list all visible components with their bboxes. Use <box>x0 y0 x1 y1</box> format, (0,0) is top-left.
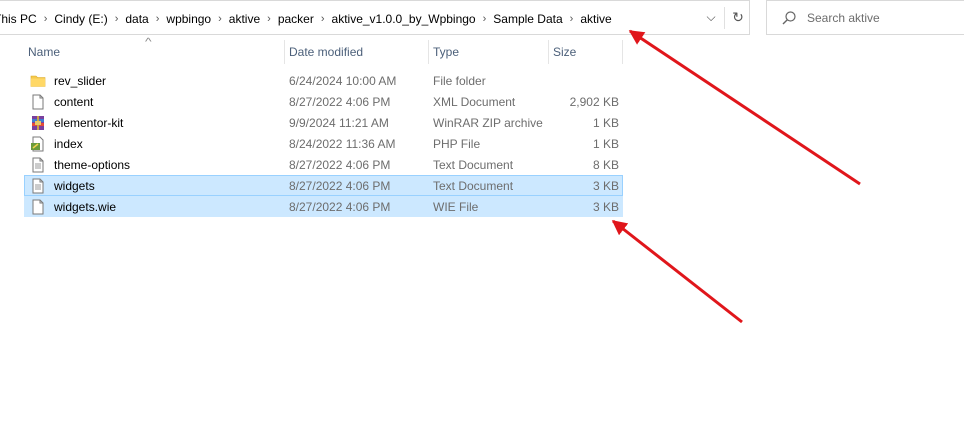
file-size: 1 KB <box>592 115 619 130</box>
file-type: Text Document <box>433 157 514 172</box>
search-input[interactable]: Search aktive <box>807 11 880 25</box>
column-header-row: Name ^ Date modified Type Size <box>24 37 623 64</box>
text-document-icon <box>32 178 44 193</box>
php-file-icon <box>31 136 44 151</box>
document-icon <box>32 94 44 109</box>
breadcrumb-item[interactable]: aktive_v1.0.0_by_Wpbingo <box>326 12 482 26</box>
file-size: 1 KB <box>592 136 619 151</box>
winrar-archive-icon <box>32 115 44 130</box>
breadcrumb-item[interactable]: aktive <box>223 12 266 26</box>
address-dropdown-button[interactable]: ⌵ <box>700 1 722 34</box>
file-date-modified: 8/24/2022 11:36 AM <box>289 136 396 151</box>
breadcrumb-item[interactable]: packer <box>272 12 320 26</box>
annotation-arrow-files <box>611 219 743 324</box>
search-box[interactable]: Search aktive <box>766 0 964 35</box>
file-date-modified: 8/27/2022 4:06 PM <box>289 157 391 172</box>
breadcrumb-item[interactable]: Cindy (E:) <box>48 12 113 26</box>
file-row[interactable]: rev_slider 6/24/2024 10:00 AM File folder <box>24 70 623 91</box>
column-header-type-label: Type <box>433 45 460 59</box>
file-name-cell[interactable]: widgets.wie <box>24 199 285 215</box>
file-date-modified: 8/27/2022 4:06 PM <box>289 199 391 214</box>
file-size: 2,902 KB <box>569 94 619 109</box>
file-date-modified: 6/24/2024 10:00 AM <box>289 73 397 88</box>
breadcrumb: This PC›Cindy (E:)›data›wpbingo›aktive›p… <box>0 1 618 36</box>
breadcrumb-item[interactable]: Sample Data <box>487 12 568 26</box>
file-date-modified: 8/27/2022 4:06 PM <box>289 178 391 193</box>
breadcrumb-item[interactable]: wpbingo <box>160 12 217 26</box>
file-name: index <box>54 136 83 151</box>
refresh-button[interactable]: ↻ <box>728 1 748 34</box>
file-size: 8 KB <box>592 157 619 172</box>
chevron-down-icon: ⌵ <box>706 10 716 24</box>
file-date-modified: 9/9/2024 11:21 AM <box>289 115 389 130</box>
column-header-size[interactable]: Size <box>549 40 623 64</box>
file-type: WinRAR ZIP archive <box>433 115 543 130</box>
column-header-name-label: Name <box>28 45 61 59</box>
file-type: WIE File <box>433 199 479 214</box>
file-name: content <box>54 94 94 109</box>
file-row[interactable]: content 8/27/2022 4:06 PM XML Document 2,90… <box>24 91 623 112</box>
file-row[interactable]: widgets.wie 8/27/2022 4:06 PM WIE File 3 KB <box>24 196 623 217</box>
file-type: XML Document <box>433 94 516 109</box>
file-name: theme-options <box>54 157 131 172</box>
file-size: 3 KB <box>592 178 619 193</box>
refresh-icon: ↻ <box>732 9 744 25</box>
file-type: Text Document <box>433 178 514 193</box>
annotation-arrow-address <box>628 29 861 186</box>
file-row[interactable]: theme-options 8/27/2022 4:06 PM Text Docum… <box>24 154 623 175</box>
address-bar[interactable]: This PC›Cindy (E:)›data›wpbingo›aktive›p… <box>0 0 750 35</box>
file-date-modified: 8/27/2022 4:06 PM <box>289 94 391 109</box>
file-name-cell[interactable]: theme-options <box>24 157 285 173</box>
search-icon <box>782 10 796 24</box>
sort-ascending-icon: ^ <box>145 37 152 48</box>
file-name: rev_slider <box>54 73 107 88</box>
breadcrumb-item[interactable]: data <box>119 12 154 26</box>
file-name-cell[interactable]: widgets <box>24 178 285 194</box>
file-name: widgets <box>54 178 95 193</box>
file-size: 3 KB <box>592 199 619 214</box>
file-name-cell[interactable]: index <box>24 136 285 152</box>
folder-icon <box>30 75 46 87</box>
column-header-date[interactable]: Date modified <box>285 40 429 64</box>
file-type: File folder <box>433 73 486 88</box>
breadcrumb-item[interactable]: This PC <box>0 12 43 26</box>
file-type: PHP File <box>433 136 481 151</box>
file-list: rev_slider 6/24/2024 10:00 AM File folder c… <box>24 70 623 217</box>
file-name-cell[interactable]: elementor-kit <box>24 115 285 131</box>
column-header-name[interactable]: Name ^ <box>24 37 285 64</box>
blank-file-icon <box>32 199 44 214</box>
file-name-cell[interactable]: rev_slider <box>24 73 285 89</box>
breadcrumb-item[interactable]: aktive <box>574 12 617 26</box>
column-header-date-label: Date modified <box>289 45 364 59</box>
file-name-cell[interactable]: content <box>24 94 285 110</box>
file-row[interactable]: elementor-kit 9/9/2024 11:21 AM WinRAR ZIP… <box>24 112 623 133</box>
file-name: widgets.wie <box>54 199 117 214</box>
column-header-size-label: Size <box>553 45 577 59</box>
text-document-icon <box>32 157 44 172</box>
column-header-type[interactable]: Type <box>429 40 549 64</box>
divider <box>724 7 725 29</box>
file-name: elementor-kit <box>54 115 124 130</box>
file-row[interactable]: widgets 8/27/2022 4:06 PM Text Document 3 K… <box>24 175 623 196</box>
file-row[interactable]: index 8/24/2022 11:36 AM PHP File 1 KB <box>24 133 623 154</box>
